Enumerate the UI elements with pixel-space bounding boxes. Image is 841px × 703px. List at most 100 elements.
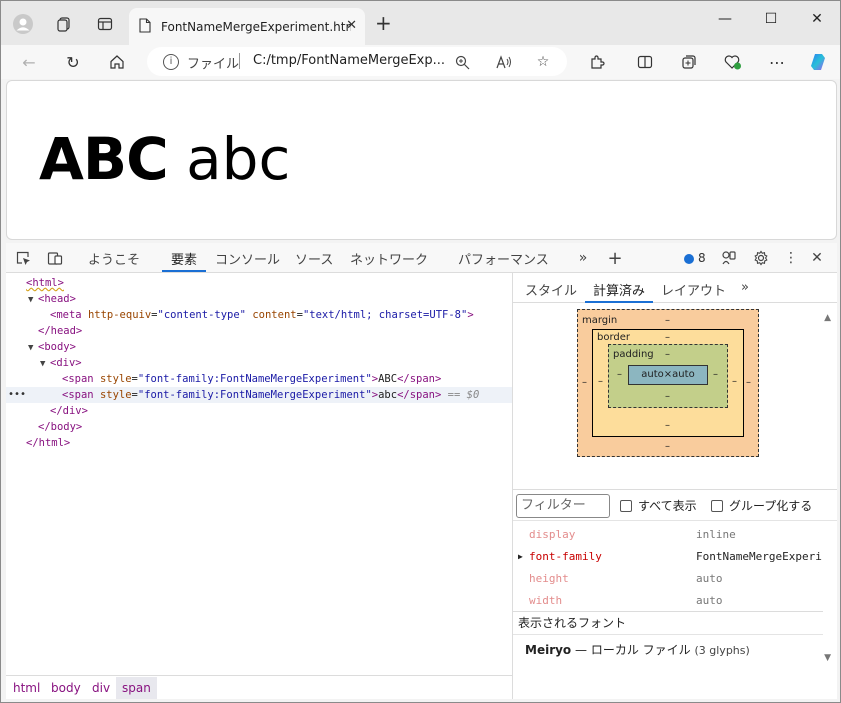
more-menu-icon[interactable]: ⋯	[765, 51, 789, 73]
scroll-down-icon[interactable]: ▼	[824, 653, 831, 663]
dom-node-div-close[interactable]: </div>	[6, 403, 512, 419]
font-source: — ローカル ファイル	[575, 643, 691, 657]
address-separator	[239, 53, 240, 69]
dom-tree: <html> ▼ <head> <meta http-equiv="content…	[6, 273, 512, 675]
computed-pane: スタイル 計算済み レイアウト » ▲ margin – – – – borde…	[512, 273, 837, 699]
site-label: ファイル	[187, 57, 240, 72]
node-actions-icon[interactable]: •••	[8, 387, 26, 403]
minimize-button[interactable]: —	[702, 9, 748, 29]
dom-node-meta[interactable]: <meta http-equiv="content-type" content=…	[6, 307, 512, 323]
rendered-fonts-title: 表示されるフォント	[513, 611, 823, 635]
filter-input[interactable]: フィルター	[516, 494, 610, 518]
refresh-icon[interactable]: ↻	[61, 51, 85, 73]
url-text[interactable]: C:/tmp/FontNameMergeExp...	[253, 53, 445, 68]
browser-essentials-icon[interactable]	[721, 51, 745, 73]
computed-prop-font-family[interactable]: ▶ font-family FontNameMergeExperi	[513, 546, 823, 568]
breadcrumb-span[interactable]: span	[116, 677, 157, 699]
tab-title: FontNameMergeExperiment.htm	[161, 19, 351, 34]
web-page-content: ABC abc	[6, 80, 837, 240]
expand-triangle-icon[interactable]: ▼	[28, 340, 38, 356]
computed-prop-display[interactable]: display inline	[513, 524, 823, 546]
maximize-button[interactable]: ☐	[748, 9, 794, 29]
connect-device-icon[interactable]	[720, 249, 738, 267]
profile-avatar-icon[interactable]	[12, 13, 34, 35]
add-tab-icon[interactable]: +	[606, 248, 624, 269]
box-model-padding[interactable]: padding – – – – auto×auto	[608, 344, 728, 408]
box-model-content[interactable]: auto×auto	[628, 365, 708, 385]
rendered-text: ABC abc	[39, 123, 290, 195]
dom-node-span-2-selected[interactable]: ••• <span style="font-family:FontNameMerg…	[6, 387, 512, 403]
dom-node-body-close[interactable]: </body>	[6, 419, 512, 435]
collections-icon[interactable]	[677, 51, 701, 73]
dom-node-div[interactable]: ▼ <div>	[6, 355, 512, 371]
font-name: Meiryo	[525, 643, 572, 657]
show-all-checkbox[interactable]	[620, 500, 632, 512]
dom-node-html[interactable]: <html>	[6, 275, 512, 291]
workspaces-icon[interactable]	[53, 13, 75, 35]
file-icon	[139, 17, 151, 36]
expand-triangle-icon[interactable]: ▶	[518, 546, 523, 568]
issues-count[interactable]: 8	[698, 251, 706, 265]
read-aloud-icon[interactable]	[494, 52, 514, 72]
tab-network[interactable]: ネットワーク	[350, 249, 428, 268]
new-tab-icon[interactable]: +	[375, 13, 392, 33]
close-tab-icon[interactable]: ✕	[346, 18, 357, 33]
issues-badge-icon[interactable]	[684, 254, 694, 264]
show-all-label: すべて表示	[638, 499, 697, 513]
tab-sources[interactable]: ソース	[295, 249, 333, 268]
extensions-icon[interactable]	[585, 51, 609, 73]
more-side-tabs-icon[interactable]: »	[741, 280, 749, 295]
address-bar[interactable]: i ファイル C:/tmp/FontNameMergeExp... ☆	[147, 47, 567, 76]
box-model-margin[interactable]: margin – – – – border – – – – padding – …	[577, 309, 759, 457]
dom-node-head-close[interactable]: </head>	[6, 323, 512, 339]
devtools-panel: ようこそ 要素 コンソール ソース ネットワーク パフォーマンス » + 8 ⋮…	[6, 243, 837, 699]
tab-styles[interactable]: スタイル	[525, 280, 577, 299]
box-model-border[interactable]: border – – – – padding – – – – auto×auto	[592, 329, 744, 437]
dom-node-body[interactable]: ▼ <body>	[6, 339, 512, 355]
settings-gear-icon[interactable]	[752, 249, 770, 267]
close-devtools-icon[interactable]: ✕	[808, 249, 826, 267]
tab-welcome[interactable]: ようこそ	[88, 249, 140, 268]
navigation-bar: ← ↻ i ファイル C:/tmp/FontNameMergeExp... ☆	[1, 45, 840, 79]
tab-computed[interactable]: 計算済み	[593, 280, 645, 299]
breadcrumb-html[interactable]: html	[13, 681, 40, 695]
split-screen-icon[interactable]	[633, 51, 657, 73]
computed-prop-width[interactable]: width auto	[513, 590, 823, 612]
computed-prop-height[interactable]: height auto	[513, 568, 823, 590]
inspect-element-icon[interactable]	[14, 249, 32, 267]
tab-layout[interactable]: レイアウト	[661, 280, 726, 299]
active-tab-indicator	[162, 270, 206, 272]
tab-active[interactable]: FontNameMergeExperiment.htm ✕	[129, 8, 365, 45]
back-icon[interactable]: ←	[17, 51, 41, 73]
expand-triangle-icon[interactable]: ▼	[40, 356, 50, 372]
zoom-icon[interactable]	[452, 52, 472, 72]
dom-node-html-close[interactable]: </html>	[6, 435, 512, 451]
rendered-font-row: Meiryo — ローカル ファイル (3 glyphs)	[525, 641, 750, 658]
close-window-button[interactable]: ✕	[794, 9, 840, 29]
active-side-tab-indicator	[585, 301, 653, 303]
copilot-icon[interactable]	[807, 51, 831, 73]
tab-performance[interactable]: パフォーマンス	[458, 249, 549, 268]
device-emulation-icon[interactable]	[46, 249, 64, 267]
scroll-up-icon[interactable]: ▲	[824, 313, 831, 323]
favorite-star-icon[interactable]: ☆	[533, 52, 553, 72]
group-checkbox[interactable]	[711, 500, 723, 512]
span-upper-text[interactable]: ABC	[39, 125, 169, 193]
more-tabs-icon[interactable]: »	[574, 249, 592, 267]
tab-actions-icon[interactable]	[94, 13, 116, 35]
span-lower-text[interactable]: abc	[186, 125, 290, 193]
customize-menu-icon[interactable]: ⋮	[782, 249, 800, 267]
dom-node-span-1[interactable]: <span style="font-family:FontNameMergeEx…	[6, 371, 512, 387]
site-info-icon[interactable]: i	[163, 54, 179, 70]
group-label: グループ化する	[729, 499, 813, 513]
devtools-toolbar: ようこそ 要素 コンソール ソース ネットワーク パフォーマンス » + 8 ⋮…	[6, 243, 837, 273]
font-glyph-count: (3 glyphs)	[694, 644, 750, 657]
breadcrumb-body[interactable]: body	[51, 681, 81, 695]
home-icon[interactable]	[105, 51, 129, 73]
breadcrumb-div[interactable]: div	[92, 681, 110, 695]
expand-triangle-icon[interactable]: ▼	[28, 292, 38, 308]
side-tabs: スタイル 計算済み レイアウト »	[513, 273, 837, 303]
dom-node-head[interactable]: ▼ <head>	[6, 291, 512, 307]
tab-console[interactable]: コンソール	[215, 249, 280, 268]
tab-elements[interactable]: 要素	[171, 249, 197, 268]
